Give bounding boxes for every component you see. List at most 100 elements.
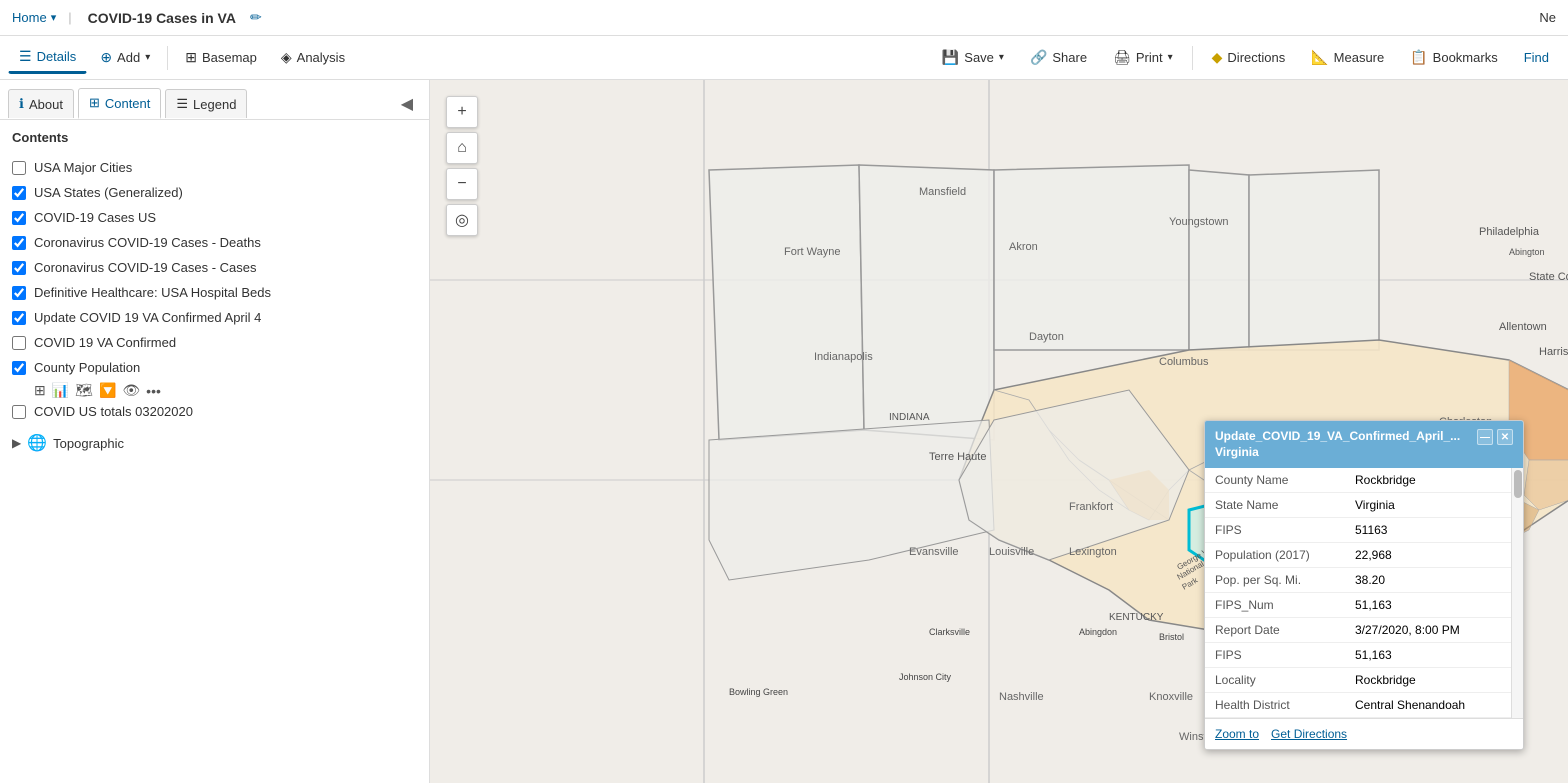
table-row: Report Date3/27/2020, 8:00 PM (1205, 618, 1523, 643)
print-icon: 🖨 (1113, 49, 1131, 66)
table-row: LocalityRockbridge (1205, 668, 1523, 693)
svg-text:INDIANA: INDIANA (889, 412, 930, 423)
add-button[interactable]: ⊕ Add ▾ (89, 42, 161, 73)
svg-text:Allentown: Allentown (1499, 321, 1547, 333)
layer-checkbox-hospital-beds[interactable] (12, 286, 26, 300)
field-key: County Name (1205, 468, 1345, 493)
sub-icon-table[interactable]: ⊞ (34, 382, 46, 399)
share-button[interactable]: 🔗 Share (1019, 42, 1098, 73)
legend-icon: ☰ (176, 96, 188, 112)
svg-text:Evansville: Evansville (909, 546, 959, 558)
popup-header-buttons: — ✕ (1477, 429, 1513, 445)
analysis-label: Analysis (297, 50, 345, 65)
tab-about[interactable]: ℹ About (8, 89, 74, 118)
basemap-button[interactable]: ⊞ Basemap (174, 42, 268, 73)
save-icon: 💾 (942, 49, 959, 66)
zoom-to-link[interactable]: Zoom to (1215, 727, 1259, 741)
home-map-icon: ⌂ (457, 139, 467, 157)
svg-text:Dayton: Dayton (1029, 331, 1064, 343)
map-controls: + ⌂ − ◎ (446, 96, 478, 236)
print-chevron-icon: ▾ (1168, 52, 1173, 63)
sub-icon-visibility[interactable]: 👁 (122, 382, 140, 399)
svg-text:Abingdon: Abingdon (1079, 627, 1117, 637)
measure-icon: 📐 (1311, 49, 1328, 66)
svg-text:Knoxville: Knoxville (1149, 691, 1193, 703)
directions-label: Directions (1227, 50, 1285, 65)
field-key: Locality (1205, 668, 1345, 693)
content-icon: ⊞ (89, 95, 100, 111)
tab-legend[interactable]: ☰ Legend (165, 89, 247, 118)
top-bar: Home ▾ | COVID-19 Cases in VA ✏ Ne (0, 0, 1568, 36)
layer-checkbox-update-covid-va[interactable] (12, 311, 26, 325)
layer-item-usa-states: USA States (Generalized) (12, 180, 417, 205)
get-directions-link[interactable]: Get Directions (1271, 727, 1347, 741)
table-row: FIPS51163 (1205, 518, 1523, 543)
svg-text:Abington: Abington (1509, 247, 1545, 257)
sub-icon-more[interactable]: ••• (146, 383, 161, 399)
field-value: Rockbridge (1345, 668, 1523, 693)
svg-text:Clarksville: Clarksville (929, 627, 970, 637)
sub-icon-filter[interactable]: 🔽 (99, 382, 116, 399)
layer-checkbox-coronavirus-cases[interactable] (12, 261, 26, 275)
zoom-in-icon: + (457, 103, 466, 121)
layer-item-update-covid-va: Update COVID 19 VA Confirmed April 4 (12, 305, 417, 330)
details-button[interactable]: ☰ Details (8, 41, 87, 74)
home-chevron-icon: ▾ (51, 11, 57, 24)
save-button[interactable]: 💾 Save ▾ (931, 42, 1015, 73)
sidebar-content: Contents USA Major Cities USA States (Ge… (0, 120, 429, 783)
table-row: FIPS_Num51,163 (1205, 593, 1523, 618)
layer-checkbox-county-population[interactable] (12, 361, 26, 375)
home-button[interactable]: Home ▾ (12, 10, 56, 25)
sidebar-tabs: ℹ About ⊞ Content ☰ Legend ◀ (0, 80, 429, 120)
analysis-icon: ◈ (281, 49, 292, 66)
topographic-expand-icon[interactable]: ▶ (12, 436, 21, 450)
measure-label: Measure (1334, 50, 1385, 65)
popup-scrollbar[interactable] (1511, 468, 1523, 718)
svg-text:Lexington: Lexington (1069, 546, 1117, 558)
details-icon: ☰ (19, 48, 32, 65)
layer-item-covid-va-confirmed: COVID 19 VA Confirmed (12, 330, 417, 355)
home-map-button[interactable]: ⌂ (446, 132, 478, 164)
print-button[interactable]: 🖨 Print ▾ (1102, 42, 1184, 73)
layer-checkbox-usa-major-cities[interactable] (12, 161, 26, 175)
bookmarks-button[interactable]: 📋 Bookmarks (1399, 42, 1508, 73)
layer-item-county-population: County Population (12, 355, 417, 380)
edit-title-icon[interactable]: ✏ (250, 9, 262, 26)
find-label: Find (1524, 50, 1549, 65)
field-value: 51,163 (1345, 593, 1523, 618)
popup-close-icon: ✕ (1501, 432, 1509, 443)
layer-checkbox-covid19-cases-us[interactable] (12, 211, 26, 225)
popup-minimize-button[interactable]: — (1477, 429, 1493, 445)
location-button[interactable]: ◎ (446, 204, 478, 236)
layer-item-coronavirus-deaths: Coronavirus COVID-19 Cases - Deaths (12, 230, 417, 255)
svg-text:Indianapolis: Indianapolis (814, 351, 873, 363)
home-label: Home (12, 10, 47, 25)
svg-text:Fort Wayne: Fort Wayne (784, 246, 840, 258)
save-chevron-icon: ▾ (999, 52, 1004, 63)
field-key: Pop. per Sq. Mi. (1205, 568, 1345, 593)
zoom-out-button[interactable]: − (446, 168, 478, 200)
measure-button[interactable]: 📐 Measure (1300, 42, 1395, 73)
county-population-sub-icons: ⊞ 📊 🗺 🔽 👁 ••• (12, 382, 417, 399)
popup-minimize-icon: — (1480, 432, 1490, 443)
field-value: 22,968 (1345, 543, 1523, 568)
field-value: 3/27/2020, 8:00 PM (1345, 618, 1523, 643)
layer-checkbox-covid-va-confirmed[interactable] (12, 336, 26, 350)
tab-content[interactable]: ⊞ Content (78, 88, 161, 119)
layer-checkbox-covid-us-totals[interactable] (12, 405, 26, 419)
sub-icon-map[interactable]: 🗺 (75, 382, 93, 399)
sidebar-collapse-button[interactable]: ◀ (393, 90, 421, 118)
directions-button[interactable]: ◆ Directions (1201, 42, 1297, 73)
popup-title: Update_COVID_19_VA_Confirmed_April_... V… (1215, 429, 1469, 460)
field-value: Virginia (1345, 493, 1523, 518)
find-button[interactable]: Find (1513, 43, 1560, 72)
layer-checkbox-coronavirus-deaths[interactable] (12, 236, 26, 250)
analysis-button[interactable]: ◈ Analysis (270, 42, 356, 73)
top-bar-right-text: Ne (1539, 10, 1556, 25)
share-label: Share (1052, 50, 1087, 65)
layer-checkbox-usa-states[interactable] (12, 186, 26, 200)
map-area[interactable]: 10 9.9 1 Fort Wayne Akron Youngstown Ind… (430, 80, 1568, 783)
sub-icon-chart[interactable]: 📊 (52, 382, 69, 399)
popup-close-button[interactable]: ✕ (1497, 429, 1513, 445)
zoom-in-button[interactable]: + (446, 96, 478, 128)
